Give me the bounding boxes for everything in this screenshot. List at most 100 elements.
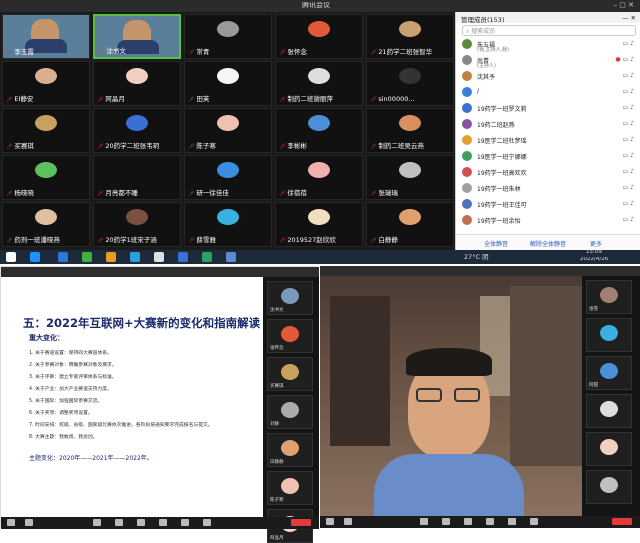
camera-icon[interactable]: ▭ [623,88,629,95]
gallery-tile[interactable]: 🎤︎ 徐蓓蓓 [275,155,363,200]
participant-row[interactable]: 19医学二班杜梦瑶 ▭ ♪ [460,134,638,146]
apps-icon[interactable] [181,519,189,526]
mic-icon[interactable]: ♪ [630,136,634,143]
camera-icon[interactable]: ▭ [623,152,629,159]
leave-meeting-button[interactable] [612,518,632,525]
gallery-tile[interactable]: 🎤︎ 20药学1班宋子涵 [93,202,181,247]
windows-start-icon[interactable] [6,252,16,262]
video-thumbnail[interactable]: 张雪 [586,280,632,314]
camera-icon[interactable]: ▭ [623,120,629,127]
participant-row[interactable]: 19药学一班朱林 ▭ ♪ [460,182,638,194]
gallery-tile[interactable]: 🎤︎ 张瑞瑞 [366,155,454,200]
participant-search-input[interactable]: ⌕ 搜索成员 [462,25,636,36]
participant-row[interactable]: 朱五福 (我,主持人,我) ▭ ♪ [460,38,638,53]
gallery-tile[interactable]: 🎤︎ 田芙 [184,61,272,106]
gallery-tile[interactable]: 🎤︎ 月亮都不睡 [93,155,181,200]
participants-icon[interactable] [442,518,450,525]
gallery-tile[interactable]: 🎤︎ sin00000... [366,61,454,106]
participant-row[interactable]: 尚青 (主持人) ● ▭ ♪ [460,54,638,69]
share-icon[interactable] [420,518,428,525]
participant-row[interactable]: / ▭ ♪ [460,86,638,98]
share-icon[interactable] [93,519,101,526]
mic-icon[interactable] [326,518,334,525]
more-button[interactable]: 更多 [590,239,602,248]
settings-icon[interactable] [530,518,538,525]
video-thumbnail[interactable]: 沈书文 [267,281,313,315]
mic-icon[interactable] [7,519,15,526]
mic-icon[interactable]: ♪ [630,88,634,95]
gallery-tile[interactable]: 🎤︎ 沈书文 [93,14,181,59]
participant-row[interactable]: 19医学一班宁娜娜 ▭ ♪ [460,150,638,162]
video-thumbnail[interactable] [586,394,632,428]
search-icon[interactable] [30,252,40,262]
participant-row[interactable]: 19药学一班余怡 ▭ ♪ [460,214,638,226]
gallery-tile[interactable]: 🎤︎ 制药二班谢丽萍 [275,61,363,106]
gallery-tile[interactable]: 🎤︎ 2019527赵欣欣 [275,202,363,247]
meeting-icon[interactable] [202,252,212,262]
video-thumbnail[interactable] [586,470,632,504]
record-icon[interactable] [159,519,167,526]
word-icon[interactable] [178,252,188,262]
gallery-tile[interactable]: 🎤︎ 杨晓晓 [2,155,90,200]
camera-icon[interactable]: ▭ [623,216,629,223]
participant-row[interactable]: 沈其予 ▭ ♪ [460,70,638,82]
gallery-tile[interactable]: 🎤︎ 李彬彬 [275,108,363,153]
camera-icon[interactable]: ▭ [623,168,629,175]
video-thumbnail[interactable]: 刘静 [267,395,313,429]
gallery-tile[interactable]: 🎤︎ 研一徐佳佳 [184,155,272,200]
video-thumbnail[interactable] [586,432,632,466]
camera-icon[interactable]: ▭ [623,72,629,79]
participant-row[interactable]: 19药学一班王佳可 ▭ ♪ [460,198,638,210]
chat-icon[interactable] [137,519,145,526]
task-view-icon[interactable] [58,252,68,262]
mic-icon[interactable]: ♪ [630,168,634,175]
gallery-tile[interactable]: 🎤︎ 制药二班吴云燕 [366,108,454,153]
mic-icon[interactable]: ♪ [630,56,634,63]
panel-controls[interactable]: — ✕ [622,14,636,22]
record-icon[interactable] [486,518,494,525]
gallery-tile[interactable]: 🎤︎ 白静静 [366,202,454,247]
participant-row[interactable]: 19药二班赵燕 ▭ ♪ [460,118,638,130]
gallery-tile[interactable]: 🎤︎ 常青 [184,14,272,59]
video-thumbnail[interactable]: 张怀念 [267,319,313,353]
wechat-icon[interactable] [82,252,92,262]
video-thumbnail[interactable]: 陈子寒 [267,471,313,505]
explorer-icon[interactable] [106,252,116,262]
gallery-tile[interactable]: 🎤︎ 薛雪雅 [184,202,272,247]
apps-icon[interactable] [508,518,516,525]
gallery-tile[interactable]: 🎤︎ 21药学二班张智华 [366,14,454,59]
mic-icon[interactable]: ♪ [630,40,634,47]
mic-icon[interactable]: ♪ [630,152,634,159]
mic-icon[interactable]: ♪ [630,200,634,207]
camera-icon[interactable]: ▭ [623,40,629,47]
participant-row[interactable]: 19药学一班罗文莉 ▭ ♪ [460,102,638,114]
gallery-tile[interactable]: 🎤︎ 李玉霞 [2,14,90,59]
camera-icon[interactable]: ▭ [623,136,629,143]
gallery-tile[interactable]: 🎤︎ 阿晶月 [93,61,181,106]
mic-icon[interactable]: ♪ [630,184,634,191]
camera-icon[interactable]: ▭ [623,104,629,111]
mute-all-button[interactable]: 全体静音 [484,239,508,248]
mic-icon[interactable]: ♪ [630,216,634,223]
settings-icon[interactable] [203,519,211,526]
unmute-all-button[interactable]: 解除全体静音 [530,239,566,248]
leave-meeting-button[interactable] [291,519,311,526]
camera-icon[interactable] [344,518,352,525]
camera-icon[interactable]: ▭ [623,184,629,191]
participants-icon[interactable] [115,519,123,526]
video-thumbnail[interactable] [586,318,632,352]
mic-icon[interactable]: ♪ [630,120,634,127]
camera-icon[interactable] [25,519,33,526]
edge-icon[interactable] [130,252,140,262]
video-thumbnail[interactable]: 买赛琪 [267,357,313,391]
mic-icon[interactable]: ♪ [630,104,634,111]
mic-icon[interactable]: ♪ [630,72,634,79]
video-thumbnail[interactable]: 阿甜 [586,356,632,390]
chat-icon[interactable] [464,518,472,525]
window-controls[interactable]: – ▢ ✕ [614,2,634,9]
tencent-meeting-icon[interactable] [226,252,236,262]
participant-row[interactable]: 19药学一班高欢欢 ▭ ♪ [460,166,638,178]
gallery-tile[interactable]: 🎤︎ EI静安 [2,61,90,106]
chrome-icon[interactable] [154,252,164,262]
camera-icon[interactable]: ▭ [623,56,629,63]
